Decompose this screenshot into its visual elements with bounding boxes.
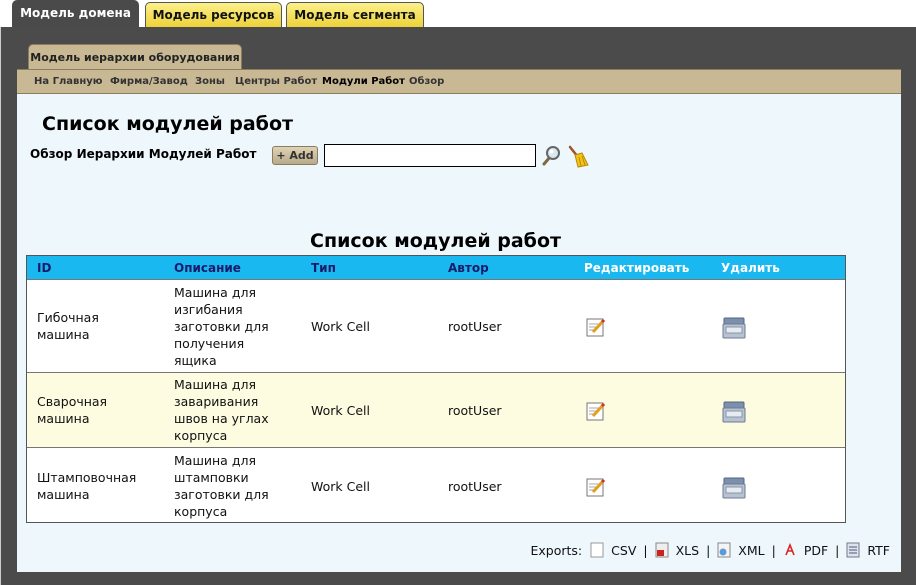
nav-item-work-units[interactable]: Модули Работ	[322, 76, 405, 87]
export-separator: |	[706, 542, 711, 558]
exports-bar: Exports: CSV | XLS | XML | PDF | RTF	[530, 541, 890, 559]
search-label: Обзор Иерархии Модулей Работ	[30, 147, 257, 161]
table-header: ID Описание Тип Автор Редактировать Удал…	[27, 256, 845, 279]
col-header-edit: Редактировать	[584, 261, 690, 275]
work-units-table: ID Описание Тип Автор Редактировать Удал…	[26, 255, 846, 523]
row-id: Сварочная машина	[37, 394, 108, 426]
table-row: Сварочная машина Машина для заваривания …	[27, 372, 845, 447]
export-separator: |	[643, 542, 648, 558]
export-separator: |	[835, 542, 840, 558]
export-xls[interactable]: XLS	[655, 542, 699, 558]
rtf-file-icon	[846, 542, 860, 558]
table-row: Гибочная машина Машина для изгибания заг…	[27, 279, 845, 372]
edit-icon[interactable]	[584, 315, 608, 343]
col-header-description[interactable]: Описание	[174, 261, 241, 275]
row-type: Work Cell	[311, 403, 370, 418]
row-description: Машина для изгибания заготовки для получ…	[174, 285, 269, 368]
pdf-file-icon	[785, 542, 795, 556]
row-author: rootUser	[448, 403, 502, 418]
exports-label: Exports:	[530, 542, 583, 558]
export-separator: |	[771, 542, 776, 558]
tab-segment-model[interactable]: Модель сегмента	[286, 2, 424, 27]
delete-icon[interactable]	[721, 399, 747, 429]
search-input[interactable]	[324, 144, 536, 167]
export-xml[interactable]: XML	[717, 542, 765, 558]
tab-resource-model[interactable]: Модель ресурсов	[145, 2, 282, 27]
row-description: Машина для заваривания швов на углах кор…	[174, 377, 269, 443]
row-type: Work Cell	[311, 479, 370, 494]
row-id: Гибочная машина	[37, 310, 99, 342]
delete-icon[interactable]	[721, 315, 747, 345]
col-header-id[interactable]: ID	[37, 261, 51, 275]
row-id: Штамповочная машина	[37, 470, 137, 502]
export-pdf[interactable]: PDF	[783, 542, 828, 558]
xls-file-icon	[655, 542, 669, 558]
page-title: Список модулей работ	[42, 113, 294, 135]
add-button[interactable]: + Add	[272, 146, 318, 165]
export-csv[interactable]: CSV	[590, 542, 636, 558]
col-header-author[interactable]: Автор	[448, 261, 489, 275]
top-tab-bar: Модель домена Модель ресурсов Модель сег…	[0, 0, 916, 27]
table-row: Штамповочная машина Машина для штамповки…	[27, 447, 845, 522]
delete-icon[interactable]	[721, 475, 747, 505]
tab-domain-model[interactable]: Модель домена	[12, 0, 139, 27]
row-author: rootUser	[448, 319, 502, 334]
row-type: Work Cell	[311, 319, 370, 334]
broom-icon[interactable]	[566, 145, 589, 168]
edit-icon[interactable]	[584, 475, 608, 503]
nav-item-areas[interactable]: Зоны	[195, 76, 225, 87]
nav-bar: На Главную Фирма/Завод Зоны Центры Работ…	[17, 69, 901, 94]
col-header-delete: Удалить	[721, 261, 780, 275]
nav-item-work-centers[interactable]: Центры Работ	[235, 76, 317, 87]
row-description: Машина для штамповки заготовки для корпу…	[174, 453, 269, 519]
table-title: Список модулей работ	[310, 230, 562, 252]
nav-item-enterprise[interactable]: Фирма/Завод	[110, 76, 188, 87]
export-rtf[interactable]: RTF	[846, 542, 890, 558]
row-author: rootUser	[448, 479, 502, 494]
edit-icon[interactable]	[584, 399, 608, 427]
tab-equipment-hierarchy[interactable]: Модель иерархии оборудования	[28, 44, 242, 70]
csv-file-icon	[590, 542, 604, 558]
nav-item-home[interactable]: На Главную	[34, 76, 103, 87]
nav-item-overview[interactable]: Обзор	[409, 76, 444, 87]
col-header-type[interactable]: Тип	[311, 261, 336, 275]
magnifier-icon[interactable]	[540, 145, 562, 167]
xml-file-icon	[717, 542, 731, 558]
